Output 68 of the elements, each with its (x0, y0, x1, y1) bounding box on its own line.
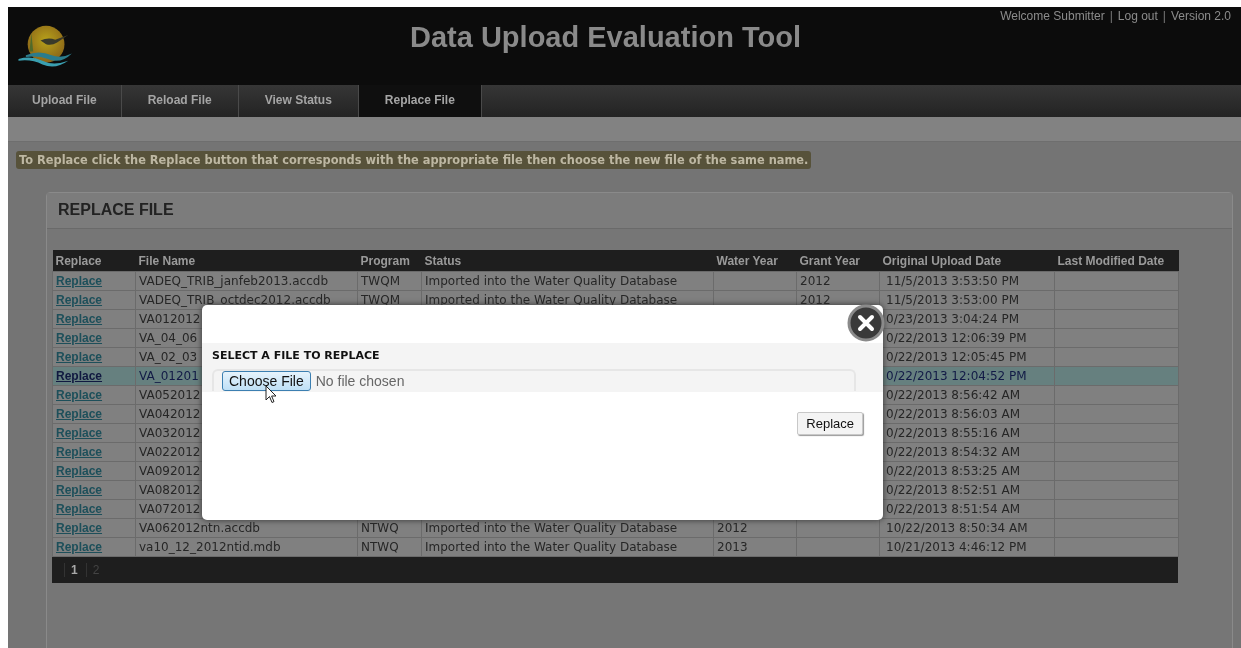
column-header: Grant Year (796, 250, 880, 272)
column-header: Water Year (713, 250, 797, 272)
upload-date-cell: 0/23/2013 3:04:24 PM (886, 312, 1019, 326)
file-name-cell: VA082012 (139, 483, 201, 497)
header-text: Version 2.0 (1170, 9, 1231, 23)
file-name-cell: VADEQ_TRIB_janfeb2013.accdb (139, 274, 328, 288)
choose-file-button[interactable]: Choose File (222, 371, 311, 391)
column-header: Replace (52, 250, 136, 272)
upload-date-cell: 0/22/2013 8:52:51 AM (886, 483, 1020, 497)
close-icon[interactable] (847, 304, 885, 342)
table-row[interactable]: Replace VA062012ntn.accdb NTWQ Imported into the Water Quality Database 2012 10/22/2013 8:50:34 AM (52, 518, 1179, 538)
upload-date-cell: 0/22/2013 8:56:03 AM (886, 407, 1020, 421)
upload-date-cell: 0/22/2013 8:55:16 AM (886, 426, 1020, 440)
upload-date-cell: 0/22/2013 12:05:45 PM (886, 350, 1027, 364)
column-header: Status (421, 250, 714, 272)
file-name-cell: VA_02_03 (139, 350, 198, 364)
file-name-cell: VA072012 (139, 502, 201, 516)
column-header: Last Modified Date (1054, 250, 1179, 272)
file-input[interactable]: Choose File No file chosen (212, 369, 856, 391)
upload-date-cell: 0/22/2013 12:06:39 PM (886, 331, 1027, 345)
file-name-cell: VADEQ_TRIB_octdec2012.accdb (139, 293, 331, 307)
logout-link[interactable]: Log out (1117, 9, 1158, 23)
status-cell: Imported into the Water Quality Database (425, 293, 678, 307)
column-header: File Name (135, 250, 358, 272)
column-header: Program (357, 250, 422, 272)
upload-date-cell: 0/22/2013 8:53:25 AM (886, 464, 1020, 478)
separator: | (1108, 9, 1114, 23)
status-cell: Imported into the Water Quality Database (425, 540, 678, 554)
column-header: Original Upload Date (879, 250, 1055, 272)
upload-date-cell: 0/22/2013 12:04:52 PM (886, 369, 1027, 383)
status-cell: Imported into the Water Quality Database (425, 521, 678, 535)
separator: | (1161, 9, 1167, 23)
replace-button[interactable]: Replace (797, 412, 863, 435)
upload-date-cell: 10/21/2013 4:46:12 PM (886, 540, 1027, 554)
program-cell: TWQM (361, 274, 400, 288)
program-cell: TWQM (361, 293, 400, 307)
upload-date-cell: 0/22/2013 8:51:54 AM (886, 502, 1020, 516)
grant-year-cell: 2012 (800, 293, 831, 307)
nav-tab[interactable]: Replace File (358, 85, 482, 117)
upload-date-cell: 0/22/2013 8:56:42 AM (886, 388, 1020, 402)
water-year-cell: 2012 (717, 521, 748, 535)
file-name-cell: VA042012 (139, 407, 201, 421)
file-name-cell: va10_12_2012ntid.mdb (139, 540, 281, 554)
upload-date-cell: 11/5/2013 3:53:00 PM (886, 293, 1019, 307)
upload-date-cell: 10/22/2013 8:50:34 AM (886, 521, 1028, 535)
water-year-cell: 2013 (717, 540, 748, 554)
file-name-cell: VA022012 (139, 445, 201, 459)
upload-date-cell: 11/5/2013 3:53:50 PM (886, 274, 1019, 288)
file-name-cell: VA052012 (139, 388, 201, 402)
table-row[interactable]: Replace VADEQ_TRIB_janfeb2013.accdb TWQM Imported into the Water Quality Database 2012 11/5/2013 3:53:50 PM (52, 271, 1179, 291)
file-name-cell: VA012012 (139, 312, 201, 326)
file-name-cell: VA032012 (139, 426, 201, 440)
program-cell: NTWQ (361, 521, 399, 535)
instruction-text: To Replace click the Replace button that corresponds with the appropriate file then choose the new file of the same name. (16, 151, 812, 169)
app-title: Data Upload Evaluation Tool (410, 21, 801, 54)
page-link[interactable]: 1 (64, 563, 78, 577)
file-name-cell: VA062012ntn.accdb (139, 521, 260, 535)
grant-year-cell: 2012 (800, 274, 831, 288)
status-cell: Imported into the Water Quality Database (425, 274, 678, 288)
header-text: Welcome Submitter (1000, 9, 1105, 23)
upload-date-cell: 0/22/2013 8:54:32 AM (886, 445, 1020, 459)
file-name-cell: VA092012 (139, 464, 201, 478)
file-name-cell: VA_04_06 (139, 331, 198, 345)
program-cell: NTWQ (361, 540, 399, 554)
file-name-cell: VA_01201 (139, 369, 199, 383)
dialog-heading: SELECT A FILE TO REPLACE (212, 349, 381, 362)
table-row[interactable]: Replace va10_12_2012ntid.mdb NTWQ Imported into the Water Quality Database 2013 10/21/2013 4:46:12 PM (52, 537, 1179, 557)
panel-title: REPLACE FILE (58, 201, 174, 218)
